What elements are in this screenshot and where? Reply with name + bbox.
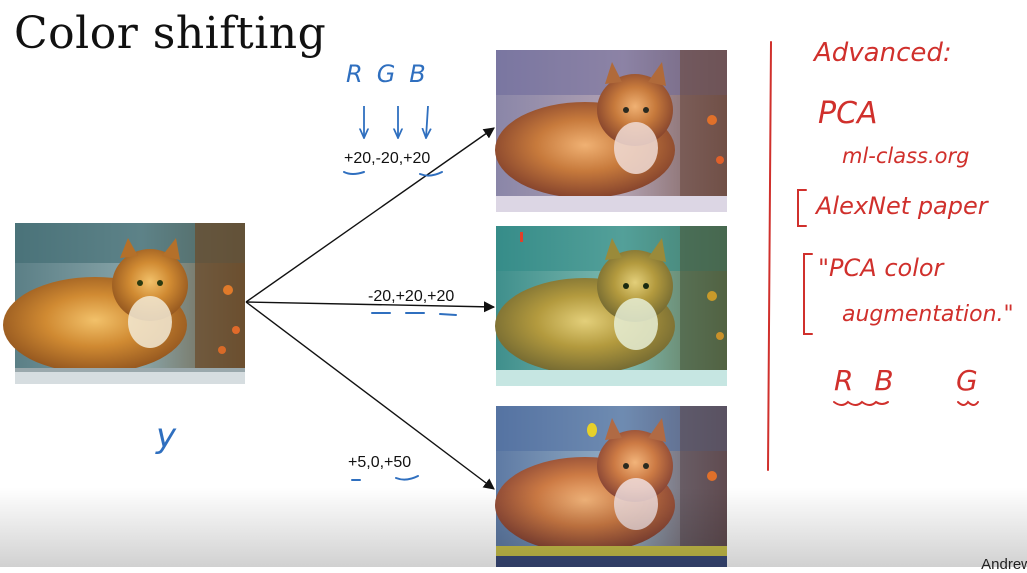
letter-b: B (409, 60, 440, 88)
note-g: G (956, 364, 978, 397)
label-y: y (156, 416, 177, 456)
rgb-down-arrows (364, 105, 428, 138)
note-ml-class: ml-class.org (842, 144, 970, 168)
cat-shift-top-image (495, 50, 727, 212)
note-pca: PCA (818, 96, 878, 131)
slide: Color shifting RGB y +20,-20,+20 -20,+20… (0, 0, 1027, 573)
blue-underlines (343, 171, 457, 481)
original-cat-image (3, 223, 245, 384)
shift-label-middle: -20,+20,+20 (368, 288, 455, 305)
cat-shift-middle-image (495, 226, 727, 386)
shift-label-top: +20,-20,+20 (344, 150, 431, 167)
note-pca-color: "PCA color (818, 254, 944, 282)
author-credit: Andrew N (981, 556, 1027, 573)
letter-r: R (346, 60, 377, 88)
letter-g: G (376, 60, 410, 88)
cat-shift-bottom-image (495, 406, 727, 567)
rgb-letters: RGB (346, 60, 440, 88)
note-alexnet: AlexNet paper (816, 192, 988, 220)
diagram-canvas (3, 41, 979, 567)
shift-label-bottom: +5,0,+50 (348, 454, 412, 471)
note-advanced: Advanced: (814, 38, 952, 68)
note-rb: R B (834, 364, 900, 397)
note-augmentation: augmentation." (842, 302, 1014, 327)
